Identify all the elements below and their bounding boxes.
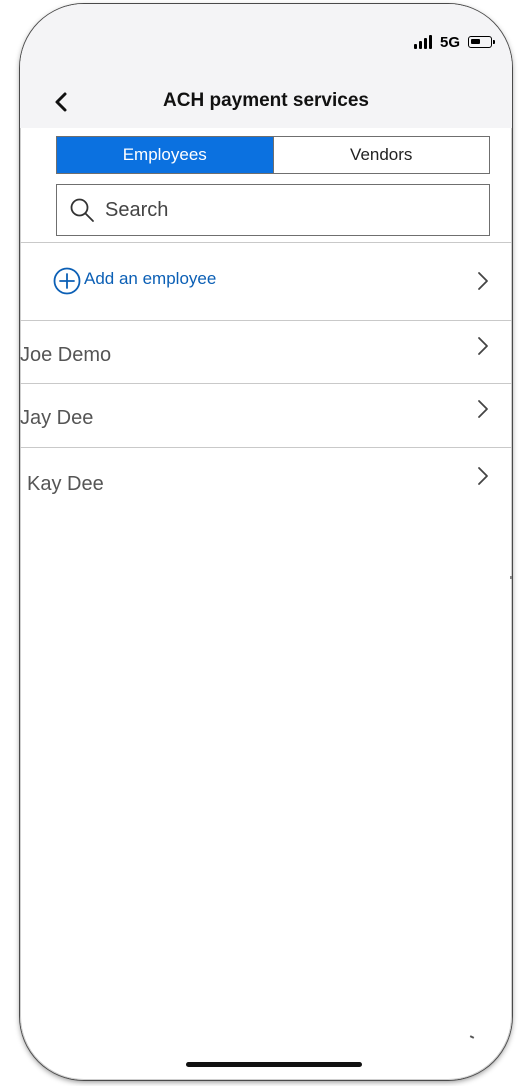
search-input[interactable] [103, 197, 467, 223]
employee-name: Joe Demo [20, 344, 112, 366]
network-label: 5G [439, 33, 460, 51]
list-item-jay-dee[interactable]: Jay Dee [20, 385, 512, 447]
divider [20, 383, 512, 384]
navigation-bar: ACH payment services [20, 78, 512, 128]
signal-icon [413, 35, 432, 49]
segmented-control: Employees Vendors [56, 136, 490, 174]
status-indicators: 5G [413, 32, 495, 52]
home-indicator[interactable] [186, 1062, 362, 1067]
add-employee-row[interactable]: Add an employee [20, 246, 512, 320]
chevron-right-icon [478, 467, 488, 485]
chevron-right-icon [478, 337, 488, 355]
add-employee-label: Add an employee [84, 269, 217, 288]
employee-name: Kay Dee [27, 473, 104, 495]
status-bar: 5G [20, 4, 512, 78]
divider [20, 447, 512, 448]
tab-vendors[interactable]: Vendors [272, 137, 490, 173]
search-field[interactable] [56, 184, 490, 236]
chevron-right-icon [478, 400, 488, 418]
list-item-joe-demo[interactable]: Joe Demo [20, 322, 512, 384]
list-item-kay-dee[interactable]: Kay Dee [20, 449, 512, 511]
search-icon [70, 198, 94, 222]
tab-employees[interactable]: Employees [57, 137, 273, 173]
battery-icon [468, 36, 495, 48]
page-title: ACH payment services [163, 90, 369, 111]
battery-fill [471, 39, 480, 44]
chevron-right-icon [478, 272, 488, 290]
employee-name: Jay Dee [20, 407, 94, 429]
battery-tip [493, 40, 495, 44]
scroll-mark [469, 1035, 475, 1039]
scroll-mark [510, 576, 512, 579]
plus-circle-icon [53, 267, 81, 295]
divider [20, 320, 512, 321]
divider [20, 242, 512, 243]
phone-frame: 5G ACH payment services Employees Vendor… [20, 4, 512, 1080]
